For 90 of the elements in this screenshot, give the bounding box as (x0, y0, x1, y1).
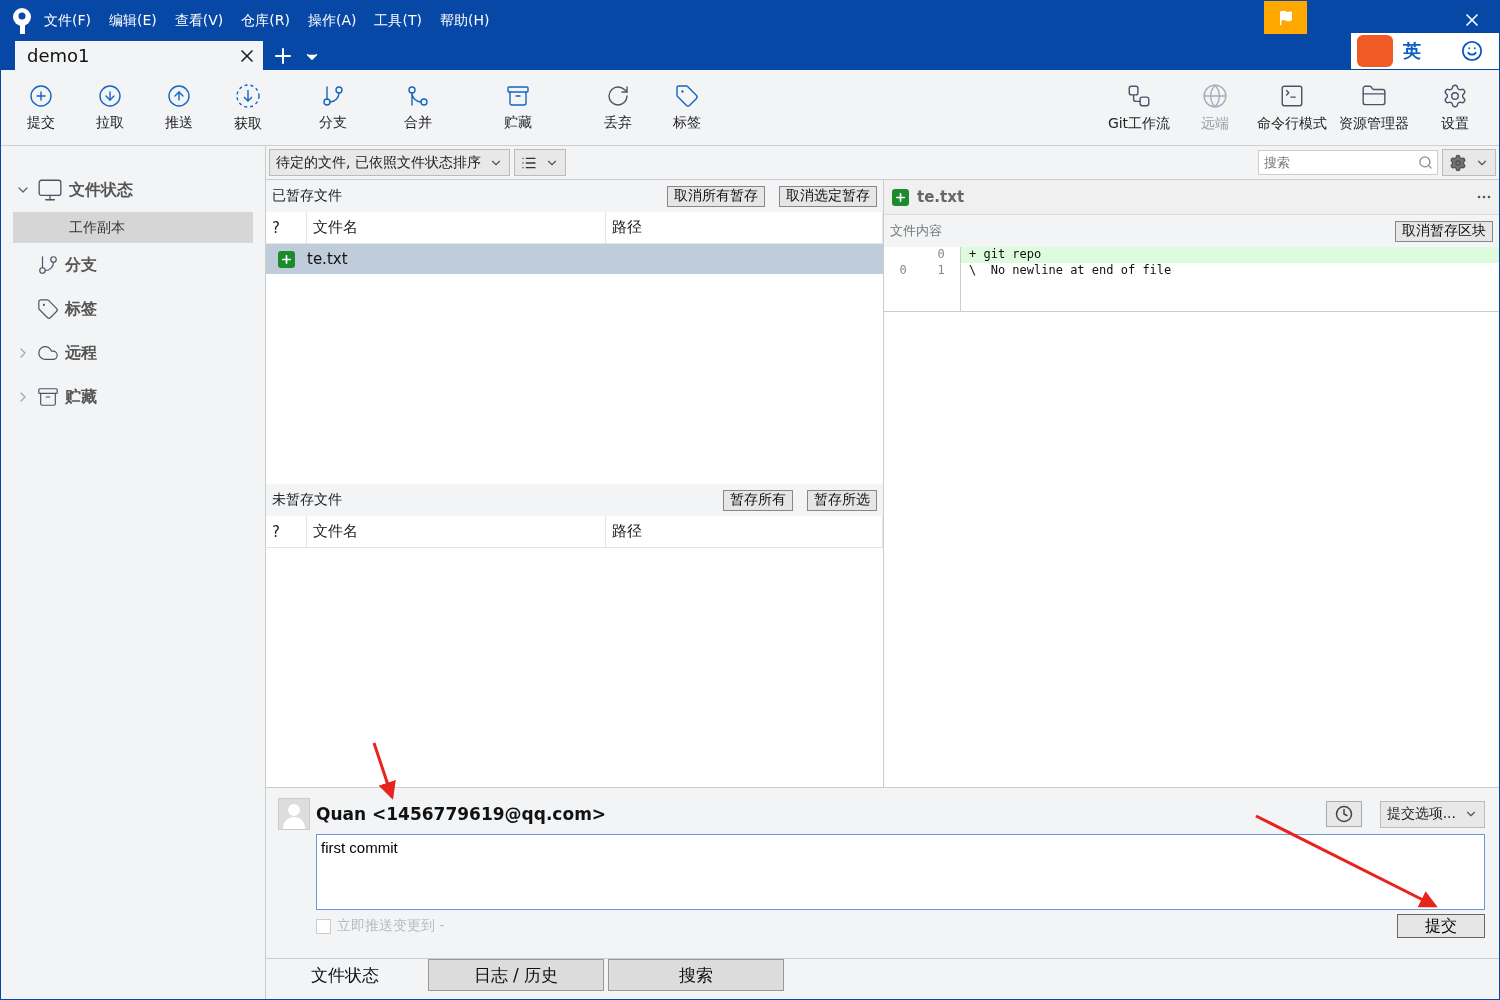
stash-box-icon (37, 386, 59, 408)
clock-icon (1334, 805, 1353, 823)
toolbar-button[interactable]: 贮藏 (453, 73, 583, 142)
emoji-icon[interactable] (1461, 40, 1483, 62)
menu-item[interactable]: 仓库(R) (234, 12, 297, 30)
view-tab[interactable]: 日志 / 历史 (428, 959, 604, 991)
toolbar-button[interactable]: 推送 (145, 73, 213, 142)
toolbar-button[interactable]: 设置 (1417, 73, 1493, 142)
tag-icon (37, 298, 59, 320)
toolbar-button[interactable]: 获取 (213, 73, 283, 142)
input-method-logo-icon (1357, 35, 1393, 67)
column-header[interactable]: 文件名 (307, 212, 606, 243)
menu-item[interactable]: 文件(F) (37, 12, 98, 30)
down-arrow-circle-icon (98, 83, 122, 108)
stash-box-icon (506, 83, 530, 108)
dashed-down-arrow-circle-icon (235, 82, 261, 109)
column-header[interactable]: ? (266, 212, 307, 243)
toolbar-button[interactable]: 提交 (7, 73, 75, 142)
column-header[interactable]: ? (266, 516, 307, 547)
stage-action-button[interactable]: 取消所有暂存 (667, 185, 765, 207)
app-logo-icon (11, 7, 33, 35)
avatar (278, 798, 310, 830)
stage-action-button[interactable]: 暂存所选 (807, 489, 877, 511)
toolbar-button[interactable]: 命令行模式 (1253, 73, 1331, 142)
settings-dropdown[interactable] (1442, 149, 1496, 176)
view-mode-dropdown[interactable] (513, 149, 566, 176)
flag-icon (1277, 9, 1294, 26)
column-header[interactable]: 路径 (606, 516, 883, 547)
search-field[interactable]: 搜索 (1258, 150, 1438, 175)
globe-icon (1202, 82, 1228, 109)
toolbar-button[interactable]: 合并 (383, 73, 453, 142)
section-title: 已暂存文件 (272, 187, 342, 205)
view-tab[interactable]: 搜索 (608, 959, 784, 991)
menu-item[interactable]: 工具(T) (367, 12, 429, 30)
input-method-bar: 英 (1351, 33, 1499, 69)
search-icon (1418, 155, 1433, 170)
toolbar-button[interactable]: 分支 (283, 73, 383, 142)
annotation-arrow (372, 742, 396, 800)
toolbar-button[interactable]: 丢弃 (583, 73, 653, 142)
added-file-icon (278, 250, 295, 268)
branch-icon (321, 83, 345, 108)
sidebar-item[interactable]: 贮藏 (1, 375, 265, 419)
sidebar-item[interactable]: 标签 (1, 287, 265, 331)
menu-item[interactable]: 编辑(E) (102, 12, 164, 30)
line-number: 0 (936, 247, 946, 263)
author-name: Quan <1456779619@qq.com> (316, 804, 607, 824)
toolbar-button[interactable]: 拉取 (75, 73, 145, 142)
sidebar-item[interactable]: 远程 (1, 331, 265, 375)
code-line: \ No newline at end of file (968, 263, 1172, 279)
sidebar-item[interactable]: 工作副本 (13, 212, 253, 243)
stage-action-button[interactable]: 取消选定暂存 (779, 185, 877, 207)
unstage-hunk-button[interactable]: 取消暂存区块 (1395, 220, 1493, 242)
diff-file-name: te.txt (917, 188, 965, 206)
gear-icon (1449, 153, 1467, 172)
section-title: 未暂存文件 (272, 491, 342, 509)
added-file-icon (892, 188, 909, 206)
commit-message-field[interactable]: first commit (316, 834, 1485, 910)
merge-icon (406, 83, 430, 108)
plus-circle-icon (29, 83, 53, 108)
line-number: 1 (936, 263, 946, 279)
push-label: 立即推送变更到 - (337, 917, 445, 935)
file-row[interactable]: te.txt (266, 244, 883, 274)
tag-icon (675, 83, 699, 108)
menu-item[interactable]: 帮助(H) (432, 12, 497, 30)
sort-dropdown[interactable]: 待定的文件, 已依照文件状态排序 (269, 149, 510, 176)
settings-icon (1442, 82, 1468, 109)
line-number: 0 (898, 263, 908, 279)
column-header[interactable]: 文件名 (307, 516, 606, 547)
push-checkbox[interactable] (316, 918, 331, 934)
commit-options-dropdown[interactable]: 提交选项... (1379, 800, 1485, 828)
hunk-title: 文件内容 (890, 222, 942, 240)
menu-item[interactable]: 查看(V) (167, 12, 231, 30)
column-header[interactable]: 路径 (606, 212, 883, 243)
sidebar-item[interactable]: 分支 (1, 243, 265, 287)
sidebar-item[interactable]: 文件状态 (1, 168, 265, 212)
branch-icon (37, 254, 59, 276)
toolbar-button[interactable]: 资源管理器 (1331, 73, 1417, 142)
more-icon[interactable] (1477, 195, 1491, 199)
discard-circular-arrow-icon (606, 83, 630, 108)
history-button[interactable] (1325, 801, 1362, 827)
up-arrow-circle-icon (167, 83, 191, 108)
file-name: te.txt (307, 250, 348, 268)
toolbar-button[interactable]: 标签 (653, 73, 721, 142)
commit-button[interactable]: 提交 (1397, 914, 1485, 938)
monitor-icon (37, 177, 63, 203)
code-line: + git repo (968, 247, 1042, 263)
menu-item[interactable]: 操作(A) (300, 12, 364, 30)
repo-tab[interactable]: demo1 (15, 41, 263, 70)
toolbar-button[interactable]: Git工作流 (1101, 73, 1177, 142)
stage-action-button[interactable]: 暂存所有 (723, 489, 793, 511)
